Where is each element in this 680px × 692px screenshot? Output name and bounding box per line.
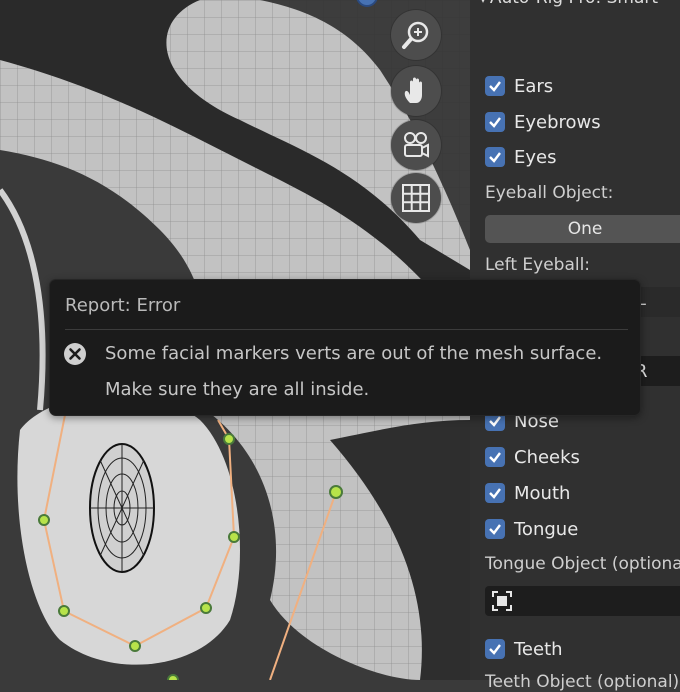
marker-point — [129, 640, 141, 652]
checkmark-icon — [485, 76, 505, 96]
checkmark-icon — [485, 483, 505, 503]
eyeball-mesh — [89, 443, 155, 573]
checkbox-eyes[interactable]: Eyes — [485, 144, 556, 170]
marker-point — [38, 514, 50, 526]
checkmark-icon — [485, 112, 505, 132]
ortho-toggle-button[interactable] — [391, 173, 441, 223]
chevron-down-icon: ▾ — [480, 0, 490, 6]
report-divider — [65, 329, 628, 330]
checkbox-label: Mouth — [514, 482, 571, 504]
checkmark-icon — [485, 147, 505, 167]
report-title: Report: Error — [65, 295, 181, 316]
report-message-line1: Some facial markers verts are out of the… — [105, 343, 603, 364]
checkbox-cheeks[interactable]: Cheeks — [485, 444, 580, 470]
marker-point — [58, 605, 70, 617]
panel-header-label: Auto-Rig Pro: Smart — [490, 0, 658, 8]
mesh-object-icon — [492, 591, 512, 611]
checkbox-label: Tongue — [514, 518, 579, 540]
eyeball-object-selector[interactable]: One — [485, 215, 680, 243]
marker-point — [223, 433, 235, 445]
error-report-popup: Report: Error Some facial markers verts … — [49, 279, 641, 416]
left-eyeball-label: Left Eyeball: — [485, 255, 591, 275]
eyeball-object-label: Eyeball Object: — [485, 183, 614, 203]
grid-ortho-icon — [402, 184, 430, 212]
checkbox-label: Eyebrows — [514, 111, 601, 133]
checkbox-label: Eyes — [514, 146, 557, 168]
marker-point — [167, 674, 179, 680]
zoom-in-icon — [402, 21, 429, 49]
checkbox-ears[interactable]: Ears — [485, 73, 553, 99]
checkmark-icon — [485, 639, 505, 659]
marker-point — [228, 531, 240, 543]
teeth-object-label: Teeth Object (optional): — [485, 672, 680, 692]
checkbox-teeth[interactable]: Teeth — [485, 636, 563, 662]
tongue-object-label: Tongue Object (optional): — [485, 554, 680, 574]
checkbox-mouth[interactable]: Mouth — [485, 480, 570, 506]
marker-point — [200, 602, 212, 614]
checkbox-label: Ears — [514, 75, 554, 97]
checkbox-tongue[interactable]: Tongue — [485, 516, 578, 542]
hand-pan-icon — [404, 77, 422, 103]
error-icon — [64, 343, 86, 365]
checkbox-eyebrows[interactable]: Eyebrows — [485, 109, 601, 135]
pan-button[interactable] — [391, 66, 441, 116]
report-message-line2: Make sure they are all inside. — [105, 379, 370, 400]
checkmark-icon — [485, 447, 505, 467]
marker-point — [329, 485, 343, 499]
camera-view-button[interactable] — [391, 120, 441, 170]
zoom-button[interactable] — [391, 10, 441, 60]
checkbox-label: Teeth — [514, 638, 563, 660]
checkmark-icon — [485, 519, 505, 539]
checkbox-label: Cheeks — [514, 446, 580, 468]
camera-icon — [404, 132, 429, 158]
panel-header[interactable]: ▾ Auto-Rig Pro: Smart — [480, 0, 658, 8]
tongue-object-field[interactable] — [485, 586, 680, 616]
